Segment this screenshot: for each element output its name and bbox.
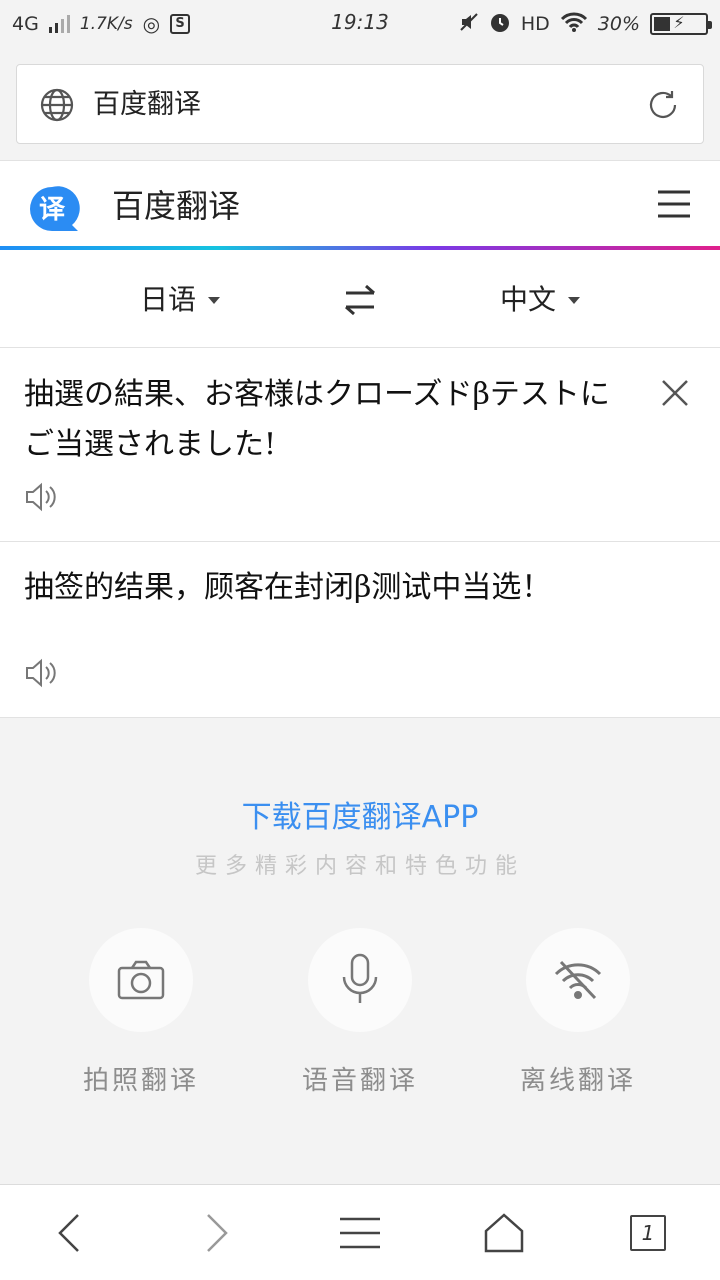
status-right: HD 30% ⚡ [459,10,712,38]
tabs-button[interactable]: 1 [626,1211,670,1255]
camera-icon [89,928,193,1032]
speaker-icon[interactable] [24,480,60,514]
voice-translate-button[interactable]: 语音翻译 [302,928,415,1096]
status-bar: 4G 1.7K/s ◎ S 19:13 HD 30% ⚡ [0,0,720,48]
wifi-icon [560,11,588,38]
battery-icon: ⚡ [650,13,712,35]
baidu-translate-logo[interactable]: 译 [28,185,82,233]
alarm-icon [489,11,511,38]
source-language-label: 日语 [140,283,197,316]
hamburger-menu-icon[interactable] [656,189,692,219]
site-title: 百度翻译 [112,187,241,225]
mute-icon [459,12,479,37]
source-language-dropdown[interactable]: 日语 [140,250,221,350]
address-title: 百度翻译 [93,89,201,120]
back-icon[interactable] [48,1211,92,1255]
result-text: 抽签的结果，顾客在封闭β测试中当选！ [24,570,552,605]
home-icon[interactable] [482,1211,526,1255]
source-text[interactable]: 抽選の結果、お客様はクローズドβテストにご当選されました! [24,370,624,470]
reload-icon[interactable] [645,87,681,123]
microphone-icon [308,928,412,1032]
menu-icon[interactable] [338,1211,382,1255]
battery-percent: 30% [597,13,640,35]
feature-label: 拍照翻译 [82,1066,199,1096]
language-selector: 日语 中文 [0,250,720,348]
promo-subtitle: 更多精彩内容和特色功能 [194,854,525,879]
tab-count: 1 [630,1215,666,1251]
swap-languages-icon[interactable] [342,282,378,318]
target-language-dropdown[interactable]: 中文 [500,250,581,350]
close-icon[interactable] [660,378,690,408]
photo-translate-button[interactable]: 拍照翻译 [83,928,196,1096]
download-app-link[interactable]: 下载百度翻译APP [0,792,720,836]
wifi-off-icon [526,928,630,1032]
forward-icon[interactable] [194,1211,238,1255]
translation-result: 抽签的结果，顾客在封闭β测试中当选！ [0,542,720,718]
offline-translate-button[interactable]: 离线翻译 [520,928,633,1096]
address-bar[interactable]: 百度翻译 [16,64,704,144]
feature-label: 离线翻译 [519,1066,636,1096]
hd-label: HD [520,13,550,35]
feature-label: 语音翻译 [301,1066,418,1096]
caret-down-icon [568,296,581,304]
source-text-area[interactable]: 抽選の結果、お客様はクローズドβテストにご当選されました! [0,348,720,542]
site-header: 译 百度翻译 [0,160,720,246]
target-language-label: 中文 [500,283,557,316]
globe-icon [39,87,75,123]
browser-bottom-nav: 1 [0,1184,720,1280]
logo-text: 译 [39,195,66,225]
caret-down-icon [208,296,221,304]
speaker-icon[interactable] [24,656,60,690]
